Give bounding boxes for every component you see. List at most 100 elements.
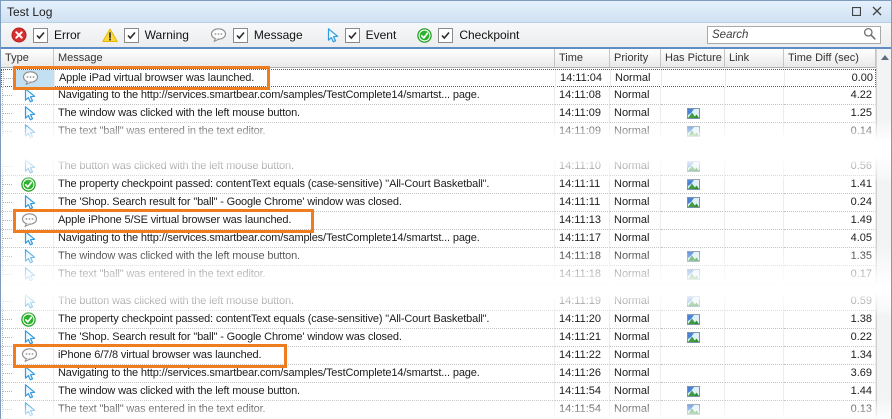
scroll-up-button[interactable]: [877, 49, 892, 66]
tree-connector: [2, 373, 12, 374]
filter-checkbox-event[interactable]: [345, 28, 360, 43]
event-icon: [21, 249, 36, 264]
filter-warning: Warning: [102, 28, 189, 43]
type-cell: [1, 401, 54, 419]
type-cell: [2, 70, 55, 88]
filter-checkpoint: Checkpoint: [417, 28, 519, 43]
picture-icon: [687, 296, 700, 307]
picture-icon: [687, 197, 700, 208]
time-cell: 14:11:54: [555, 401, 610, 419]
filter-toolbar: ErrorWarningMessageEventCheckpoint: [1, 23, 891, 49]
filter-checkbox-warning[interactable]: [124, 28, 139, 43]
log-row[interactable]: Navigating to the http://services.smartb…: [1, 365, 876, 383]
message-icon: [210, 28, 227, 43]
warning-icon: [102, 28, 118, 43]
maximize-button[interactable]: [848, 4, 865, 20]
time-diff-cell: 0.22: [784, 329, 876, 347]
has-picture-cell: [661, 87, 725, 105]
filter-checkbox-error[interactable]: [33, 28, 48, 43]
type-cell: [1, 123, 54, 141]
log-row[interactable]: The property checkpoint passed: contentT…: [1, 311, 876, 329]
column-header-time[interactable]: Time: [555, 49, 610, 67]
type-cell: [1, 105, 54, 123]
log-row[interactable]: The button was clicked with the left mou…: [1, 293, 876, 311]
log-row[interactable]: The window was clicked with the left mou…: [1, 105, 876, 123]
log-row[interactable]: Navigating to the http://services.smartb…: [1, 87, 876, 105]
column-header-priority[interactable]: Priority: [610, 49, 661, 67]
time-cell: 14:11:04: [556, 70, 611, 88]
message-cell: The 'Shop. Search result for "ball" - Go…: [54, 329, 555, 347]
priority-cell: Normal: [610, 194, 661, 212]
time-diff-cell: 1.41: [784, 176, 876, 194]
column-header-message[interactable]: Message: [54, 49, 555, 67]
log-row[interactable]: The window was clicked with the left mou…: [1, 383, 876, 401]
log-row[interactable]: iPhone 6/7/8 virtual browser was launche…: [1, 347, 876, 365]
check-icon: [35, 30, 46, 41]
column-header-haspic[interactable]: Has Picture: [661, 49, 725, 67]
has-picture-cell: [661, 158, 725, 176]
priority-cell: Normal: [610, 248, 661, 266]
type-cell: [1, 194, 54, 212]
log-row[interactable]: Apple iPhone 5/SE virtual browser was la…: [1, 212, 876, 230]
log-row[interactable]: The button was clicked with the left mou…: [1, 158, 876, 176]
has-picture-cell: [661, 230, 725, 248]
has-picture-cell: [661, 311, 725, 329]
grid-header: TypeMessageTimePriorityHas PictureLinkTi…: [1, 49, 876, 68]
tree-connector: [2, 238, 12, 239]
column-header-link[interactable]: Link: [725, 49, 784, 67]
log-row[interactable]: The text "ball" was entered in the text …: [1, 123, 876, 141]
message-cell: iPhone 6/7/8 virtual browser was launche…: [54, 347, 555, 365]
log-row[interactable]: The 'Shop. Search result for "ball" - Go…: [1, 194, 876, 212]
filter-label: Warning: [145, 28, 189, 42]
filter-checkbox-message[interactable]: [233, 28, 248, 43]
message-cell: Navigating to the http://services.smartb…: [54, 87, 555, 105]
time-diff-cell: 4.05: [784, 230, 876, 248]
time-cell: 14:11:19: [555, 293, 610, 311]
log-row[interactable]: The property checkpoint passed: contentT…: [1, 176, 876, 194]
time-diff-cell: 0.17: [784, 266, 876, 284]
search-input[interactable]: [712, 29, 863, 41]
event-icon: [21, 159, 36, 174]
priority-cell: Normal: [610, 293, 661, 311]
tree-connector: [2, 256, 12, 257]
log-row[interactable]: The text "ball" was entered in the text …: [1, 401, 876, 419]
time-diff-cell: 1.34: [784, 347, 876, 365]
log-row[interactable]: The text "ball" was entered in the text …: [1, 266, 876, 284]
column-header-diff[interactable]: Time Diff (sec): [784, 49, 876, 67]
filter-checkbox-checkpoint[interactable]: [438, 28, 453, 43]
time-cell: 14:11:09: [555, 123, 610, 141]
priority-cell: Normal: [610, 401, 661, 419]
log-row[interactable]: Apple iPad virtual browser was launched.…: [1, 69, 876, 87]
priority-cell: Normal: [610, 311, 661, 329]
has-picture-cell: [661, 266, 725, 284]
link-cell: [725, 176, 784, 194]
tree-connector: [2, 319, 12, 320]
picture-icon: [687, 269, 700, 280]
type-cell: [1, 212, 54, 230]
has-picture-cell: [661, 176, 725, 194]
link-cell: [725, 105, 784, 123]
filter-label: Message: [254, 28, 303, 42]
priority-cell: Normal: [610, 87, 661, 105]
type-cell: [1, 266, 54, 284]
time-cell: 14:11:18: [555, 248, 610, 266]
event-icon: [21, 384, 36, 399]
log-row[interactable]: Navigating to the http://services.smartb…: [1, 230, 876, 248]
search-box: [707, 26, 881, 44]
message-cell: Apple iPhone 5/SE virtual browser was la…: [54, 212, 555, 230]
log-row[interactable]: The 'Shop. Search result for "ball" - Go…: [1, 329, 876, 347]
has-picture-cell: [661, 194, 725, 212]
time-cell: 14:11:11: [555, 176, 610, 194]
vertical-scrollbar[interactable]: [876, 49, 892, 419]
has-picture-cell: [661, 365, 725, 383]
tree-connector: [2, 202, 12, 203]
log-grid: TypeMessageTimePriorityHas PictureLinkTi…: [1, 49, 891, 419]
link-cell: [725, 194, 784, 212]
link-cell: [725, 293, 784, 311]
message-cell: Navigating to the http://services.smartb…: [54, 365, 555, 383]
log-row[interactable]: The window was clicked with the left mou…: [1, 248, 876, 266]
column-header-type[interactable]: Type: [1, 49, 54, 67]
message-icon: [21, 348, 38, 363]
message-cell: The property checkpoint passed: contentT…: [54, 176, 555, 194]
close-button[interactable]: [868, 4, 885, 20]
